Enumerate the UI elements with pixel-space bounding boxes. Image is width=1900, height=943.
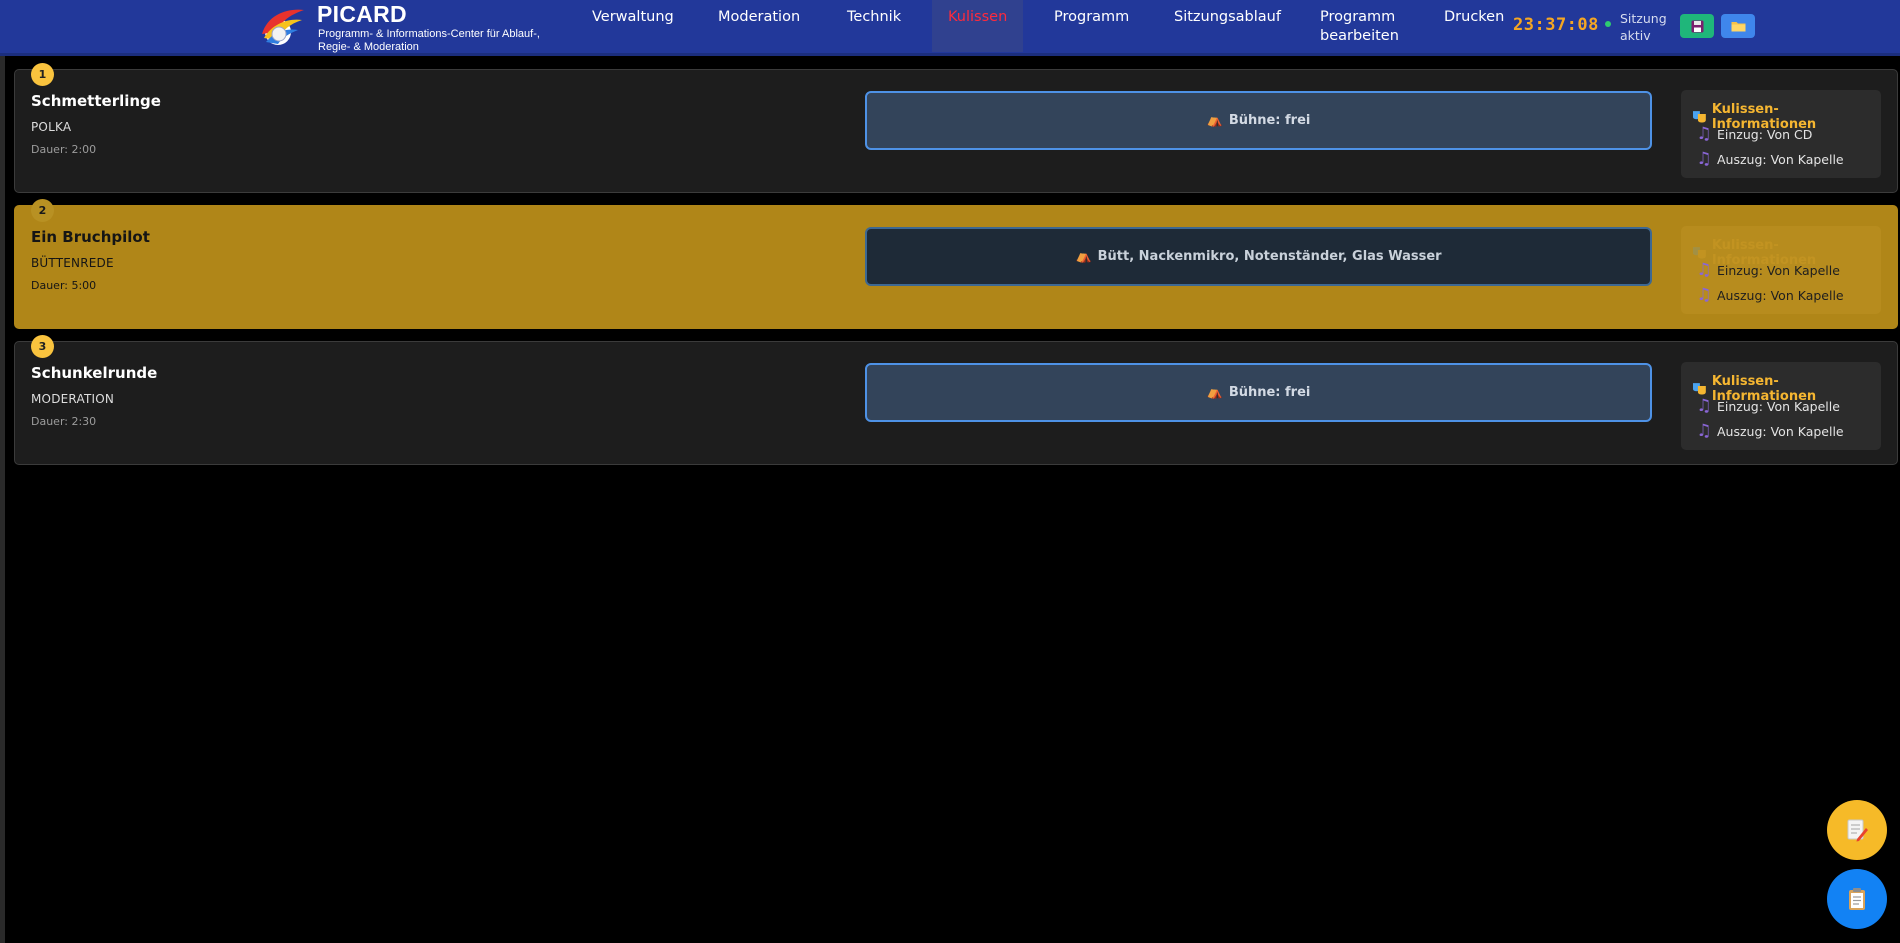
music-note-icon: ♫ — [1696, 149, 1712, 169]
kulissen-exit: ♫ Auszug: Von Kapelle — [1693, 421, 1843, 441]
circus-tent-icon: ⛺ — [1206, 385, 1223, 400]
nav-kulissen[interactable]: Kulissen — [932, 0, 1024, 52]
act-title: Ein Bruchpilot — [31, 228, 150, 246]
theater-masks-icon — [1692, 383, 1706, 395]
act-title: Schunkelrunde — [31, 364, 158, 382]
music-note-icon: ♫ — [1696, 260, 1712, 280]
kulissen-info-panel: Kulissen-Informationen ♫ Einzug: Von CD … — [1681, 90, 1881, 178]
kulissen-exit: ♫ Auszug: Von Kapelle — [1693, 285, 1843, 305]
notes-fab-button[interactable] — [1827, 800, 1887, 860]
nav-programm[interactable]: Programm — [1054, 0, 1129, 52]
kulissen-entry: ♫ Einzug: Von Kapelle — [1693, 260, 1840, 280]
nav-moderation[interactable]: Moderation — [718, 0, 800, 52]
music-note-icon: ♫ — [1696, 421, 1712, 441]
nav-verwaltung[interactable]: Verwaltung — [592, 0, 674, 52]
nav-programm-bearbeiten[interactable]: Programm bearbeiten — [1320, 0, 1406, 52]
open-file-button[interactable] — [1721, 14, 1755, 38]
nav-technik[interactable]: Technik — [847, 0, 901, 52]
session-status: Sitzung aktiv — [1620, 11, 1667, 43]
kulissen-info-panel: Kulissen-Informationen ♫ Einzug: Von Kap… — [1681, 226, 1881, 314]
brand-title: PICARD — [317, 1, 407, 27]
brand-subtitle: Programm- & Informations-Center für Abla… — [318, 28, 540, 53]
music-note-icon: ♫ — [1696, 396, 1712, 416]
kulissen-entry: ♫ Einzug: Von CD — [1693, 124, 1812, 144]
act-duration: Dauer: 2:30 — [31, 415, 97, 428]
act-type: MODERATION — [31, 392, 115, 406]
stage-requirements-text: Bühne: frei — [1228, 113, 1311, 128]
act-duration: Dauer: 5:00 — [31, 279, 97, 292]
nav-sitzungsablauf[interactable]: Sitzungsablauf — [1174, 0, 1281, 52]
session-status-dot — [1605, 21, 1611, 27]
program-item[interactable]: 1 Schmetterlinge POLKA Dauer: 2:00 ⛺ Büh… — [14, 63, 1898, 193]
kulissen-entry: ♫ Einzug: Von Kapelle — [1693, 396, 1840, 416]
program-number-badge: 3 — [31, 335, 54, 358]
kulissen-exit: ♫ Auszug: Von Kapelle — [1693, 149, 1843, 169]
nav-drucken[interactable]: Drucken — [1444, 0, 1504, 52]
window-left-border — [0, 0, 5, 943]
program-item[interactable]: 3 Schunkelrunde MODERATION Dauer: 2:30 ⛺… — [14, 335, 1898, 465]
act-duration: Dauer: 2:00 — [31, 143, 97, 156]
circus-tent-icon: ⛺ — [1206, 113, 1223, 128]
stage-requirements-box[interactable]: ⛺ Bütt, Nackenmikro, Notenständer, Glas … — [865, 227, 1652, 286]
kulissen-info-panel: Kulissen-Informationen ♫ Einzug: Von Kap… — [1681, 362, 1881, 450]
notepad-pencil-icon — [1847, 819, 1868, 842]
theater-masks-icon — [1692, 247, 1706, 259]
stage-requirements-text: Bütt, Nackenmikro, Notenständer, Glas Wa… — [1097, 249, 1442, 264]
picard-logo-icon — [262, 9, 304, 45]
clipboard-fab-button[interactable] — [1827, 869, 1887, 929]
floppy-disk-icon — [1691, 20, 1703, 32]
clipboard-icon — [1849, 888, 1865, 910]
stage-requirements-box[interactable]: ⛺ Bühne: frei — [865, 363, 1652, 422]
theater-masks-icon — [1692, 111, 1706, 123]
top-header: PICARD Programm- & Informations-Center f… — [0, 0, 1900, 56]
program-item-current[interactable]: 2 Ein Bruchpilot BÜTTENREDE Dauer: 5:00 … — [14, 199, 1898, 329]
folder-icon — [1731, 22, 1745, 32]
stage-requirements-text: Bühne: frei — [1228, 385, 1311, 400]
act-type: POLKA — [31, 120, 72, 134]
music-note-icon: ♫ — [1696, 285, 1712, 305]
act-type: BÜTTENREDE — [31, 256, 114, 270]
music-note-icon: ♫ — [1696, 124, 1712, 144]
program-number-badge: 1 — [31, 63, 54, 86]
program-number-badge: 2 — [31, 199, 54, 222]
circus-tent-icon: ⛺ — [1075, 249, 1092, 264]
stage-requirements-box[interactable]: ⛺ Bühne: frei — [865, 91, 1652, 150]
save-button[interactable] — [1680, 14, 1714, 38]
act-title: Schmetterlinge — [31, 92, 161, 110]
session-clock: 23:37:08 — [1513, 15, 1599, 35]
